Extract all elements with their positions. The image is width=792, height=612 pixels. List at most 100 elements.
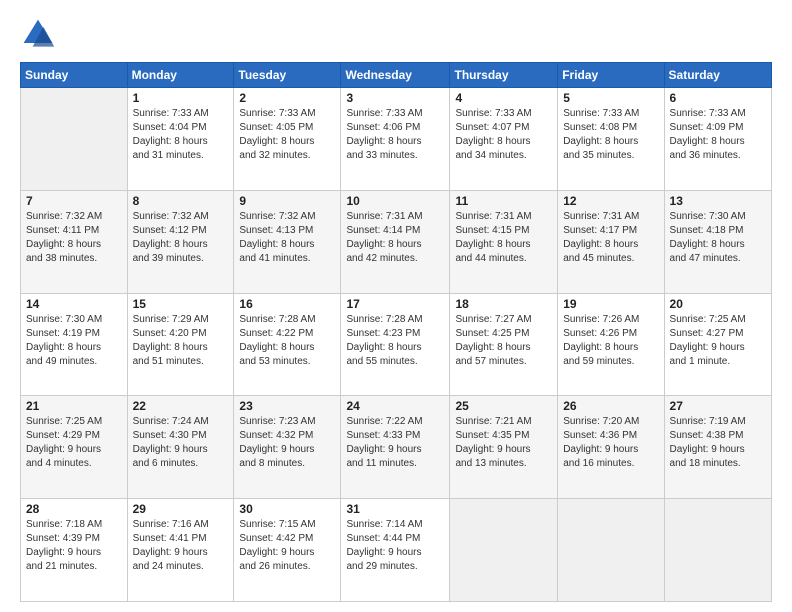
calendar-cell: 11Sunrise: 7:31 AM Sunset: 4:15 PM Dayli…	[450, 190, 558, 293]
calendar-cell: 6Sunrise: 7:33 AM Sunset: 4:09 PM Daylig…	[664, 88, 771, 191]
calendar-header-wednesday: Wednesday	[341, 63, 450, 88]
calendar-cell: 12 Sunrise: 7:31 AM Sunset: 4:17 PM Dayli…	[558, 190, 664, 293]
calendar-week-row: 21 Sunrise: 7:25 AM Sunset: 4:29 PM Dayli…	[21, 396, 772, 499]
calendar-cell: 1 Sunrise: 7:33 AM Sunset: 4:04 PM Daylig…	[127, 88, 234, 191]
day-info: Sunrise: 7:19 AM Sunset: 4:38 PM Dayligh…	[670, 415, 766, 471]
calendar-cell: 20 Sunrise: 7:25 AM Sunset: 4:27 PM Dayli…	[664, 293, 771, 396]
day-number: 2	[239, 91, 335, 105]
calendar-cell: 8 Sunrise: 7:32 AM Sunset: 4:12 PM Daylig…	[127, 190, 234, 293]
day-number: 18	[455, 297, 552, 311]
day-info: Sunrise: 7:33 AM Sunset: 4:06 PM Dayligh…	[346, 107, 444, 163]
day-info: Sunrise: 7:31 AM Sunset: 4:15 PM Dayligh…	[455, 210, 552, 266]
day-number: 26	[563, 399, 658, 413]
calendar-cell: 15 Sunrise: 7:29 AM Sunset: 4:20 PM Dayli…	[127, 293, 234, 396]
day-number: 3	[346, 91, 444, 105]
calendar-cell: 7 Sunrise: 7:32 AM Sunset: 4:11 PM Daylig…	[21, 190, 128, 293]
day-info: Sunrise: 7:32 AM Sunset: 4:12 PM Dayligh…	[133, 210, 229, 266]
day-number: 28	[26, 502, 122, 516]
logo-icon	[20, 16, 56, 52]
day-info: Sunrise: 7:21 AM Sunset: 4:35 PM Dayligh…	[455, 415, 552, 471]
calendar-header-row: SundayMondayTuesdayWednesdayThursdayFrid…	[21, 63, 772, 88]
day-info: Sunrise: 7:26 AM Sunset: 4:26 PM Dayligh…	[563, 313, 658, 369]
day-info: Sunrise: 7:18 AM Sunset: 4:39 PM Dayligh…	[26, 518, 122, 574]
day-info: Sunrise: 7:31 AM Sunset: 4:14 PM Dayligh…	[346, 210, 444, 266]
calendar-header-monday: Monday	[127, 63, 234, 88]
calendar-cell: 22 Sunrise: 7:24 AM Sunset: 4:30 PM Dayli…	[127, 396, 234, 499]
calendar-header-saturday: Saturday	[664, 63, 771, 88]
day-number: 7	[26, 194, 122, 208]
day-number: 8	[133, 194, 229, 208]
day-info: Sunrise: 7:24 AM Sunset: 4:30 PM Dayligh…	[133, 415, 229, 471]
calendar-header-friday: Friday	[558, 63, 664, 88]
day-info: Sunrise: 7:30 AM Sunset: 4:18 PM Dayligh…	[670, 210, 766, 266]
calendar-cell	[558, 499, 664, 602]
day-number: 20	[670, 297, 766, 311]
day-info: Sunrise: 7:32 AM Sunset: 4:13 PM Dayligh…	[239, 210, 335, 266]
day-info: Sunrise: 7:23 AM Sunset: 4:32 PM Dayligh…	[239, 415, 335, 471]
day-number: 13	[670, 194, 766, 208]
calendar-cell	[450, 499, 558, 602]
day-number: 15	[133, 297, 229, 311]
day-number: 14	[26, 297, 122, 311]
calendar-cell: 27 Sunrise: 7:19 AM Sunset: 4:38 PM Dayli…	[664, 396, 771, 499]
day-info: Sunrise: 7:25 AM Sunset: 4:27 PM Dayligh…	[670, 313, 766, 369]
day-number: 19	[563, 297, 658, 311]
calendar-cell: 19 Sunrise: 7:26 AM Sunset: 4:26 PM Dayli…	[558, 293, 664, 396]
calendar-header-sunday: Sunday	[21, 63, 128, 88]
calendar-cell: 14 Sunrise: 7:30 AM Sunset: 4:19 PM Dayli…	[21, 293, 128, 396]
calendar-cell: 21 Sunrise: 7:25 AM Sunset: 4:29 PM Dayli…	[21, 396, 128, 499]
calendar-table: SundayMondayTuesdayWednesdayThursdayFrid…	[20, 62, 772, 602]
day-info: Sunrise: 7:31 AM Sunset: 4:17 PM Dayligh…	[563, 210, 658, 266]
calendar-cell: 30 Sunrise: 7:15 AM Sunset: 4:42 PM Dayli…	[234, 499, 341, 602]
day-number: 21	[26, 399, 122, 413]
day-info: Sunrise: 7:29 AM Sunset: 4:20 PM Dayligh…	[133, 313, 229, 369]
day-number: 6	[670, 91, 766, 105]
day-info: Sunrise: 7:25 AM Sunset: 4:29 PM Dayligh…	[26, 415, 122, 471]
calendar-cell: 24 Sunrise: 7:22 AM Sunset: 4:33 PM Dayli…	[341, 396, 450, 499]
day-info: Sunrise: 7:30 AM Sunset: 4:19 PM Dayligh…	[26, 313, 122, 369]
calendar-cell: 10Sunrise: 7:31 AM Sunset: 4:14 PM Dayli…	[341, 190, 450, 293]
day-number: 1	[133, 91, 229, 105]
calendar-cell: 16Sunrise: 7:28 AM Sunset: 4:22 PM Dayli…	[234, 293, 341, 396]
calendar-cell: 26 Sunrise: 7:20 AM Sunset: 4:36 PM Dayli…	[558, 396, 664, 499]
calendar-cell: 3 Sunrise: 7:33 AM Sunset: 4:06 PM Daylig…	[341, 88, 450, 191]
calendar-cell: 9 Sunrise: 7:32 AM Sunset: 4:13 PM Daylig…	[234, 190, 341, 293]
day-number: 24	[346, 399, 444, 413]
calendar-cell: 5Sunrise: 7:33 AM Sunset: 4:08 PM Daylig…	[558, 88, 664, 191]
calendar-cell: 2 Sunrise: 7:33 AM Sunset: 4:05 PM Daylig…	[234, 88, 341, 191]
day-info: Sunrise: 7:16 AM Sunset: 4:41 PM Dayligh…	[133, 518, 229, 574]
day-info: Sunrise: 7:28 AM Sunset: 4:23 PM Dayligh…	[346, 313, 444, 369]
calendar-cell: 13 Sunrise: 7:30 AM Sunset: 4:18 PM Dayli…	[664, 190, 771, 293]
day-number: 16	[239, 297, 335, 311]
day-info: Sunrise: 7:33 AM Sunset: 4:05 PM Dayligh…	[239, 107, 335, 163]
day-number: 12	[563, 194, 658, 208]
calendar-cell: 17Sunrise: 7:28 AM Sunset: 4:23 PM Dayli…	[341, 293, 450, 396]
calendar-cell: 28 Sunrise: 7:18 AM Sunset: 4:39 PM Dayli…	[21, 499, 128, 602]
day-number: 4	[455, 91, 552, 105]
day-number: 9	[239, 194, 335, 208]
day-info: Sunrise: 7:15 AM Sunset: 4:42 PM Dayligh…	[239, 518, 335, 574]
calendar-week-row: 1 Sunrise: 7:33 AM Sunset: 4:04 PM Daylig…	[21, 88, 772, 191]
calendar-header-thursday: Thursday	[450, 63, 558, 88]
calendar-week-row: 28 Sunrise: 7:18 AM Sunset: 4:39 PM Dayli…	[21, 499, 772, 602]
calendar-cell: 18 Sunrise: 7:27 AM Sunset: 4:25 PM Dayli…	[450, 293, 558, 396]
day-info: Sunrise: 7:33 AM Sunset: 4:04 PM Dayligh…	[133, 107, 229, 163]
calendar-week-row: 7 Sunrise: 7:32 AM Sunset: 4:11 PM Daylig…	[21, 190, 772, 293]
day-number: 22	[133, 399, 229, 413]
day-info: Sunrise: 7:27 AM Sunset: 4:25 PM Dayligh…	[455, 313, 552, 369]
day-info: Sunrise: 7:33 AM Sunset: 4:07 PM Dayligh…	[455, 107, 552, 163]
calendar-week-row: 14 Sunrise: 7:30 AM Sunset: 4:19 PM Dayli…	[21, 293, 772, 396]
day-number: 30	[239, 502, 335, 516]
calendar-cell: 31Sunrise: 7:14 AM Sunset: 4:44 PM Dayli…	[341, 499, 450, 602]
day-number: 31	[346, 502, 444, 516]
day-number: 25	[455, 399, 552, 413]
day-number: 23	[239, 399, 335, 413]
calendar-cell: 29Sunrise: 7:16 AM Sunset: 4:41 PM Dayli…	[127, 499, 234, 602]
day-info: Sunrise: 7:32 AM Sunset: 4:11 PM Dayligh…	[26, 210, 122, 266]
day-number: 27	[670, 399, 766, 413]
logo	[20, 16, 60, 52]
day-info: Sunrise: 7:20 AM Sunset: 4:36 PM Dayligh…	[563, 415, 658, 471]
calendar-cell: 4 Sunrise: 7:33 AM Sunset: 4:07 PM Daylig…	[450, 88, 558, 191]
calendar-cell: 23 Sunrise: 7:23 AM Sunset: 4:32 PM Dayli…	[234, 396, 341, 499]
day-info: Sunrise: 7:22 AM Sunset: 4:33 PM Dayligh…	[346, 415, 444, 471]
